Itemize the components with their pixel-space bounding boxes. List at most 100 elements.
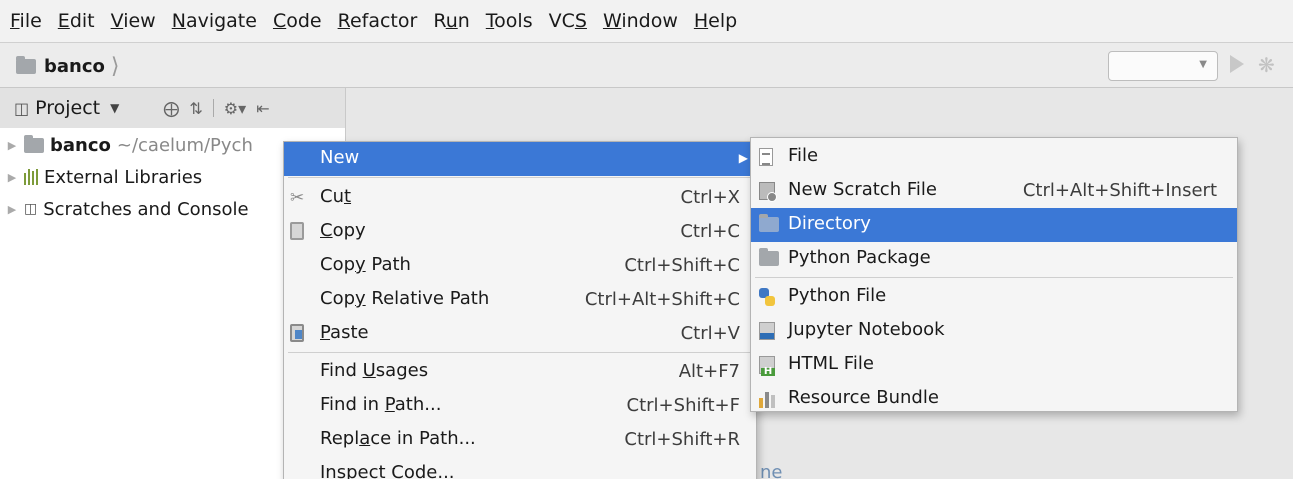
submenu-arrow-icon: ▶ xyxy=(738,151,748,165)
package-icon xyxy=(759,248,781,270)
menu-item-copy-relative-path[interactable]: Copy Relative Path Ctrl+Alt+Shift+C xyxy=(284,283,756,317)
scissors-icon: ✂ xyxy=(290,188,305,208)
locate-icon[interactable]: ⨁ xyxy=(163,99,179,118)
menu-item-label: Cut xyxy=(320,186,352,207)
hide-panel-icon[interactable]: ⇤ xyxy=(256,99,269,118)
menu-item-shortcut: Ctrl+Shift+R xyxy=(624,429,740,450)
tree-item-label: External Libraries xyxy=(44,166,203,188)
navigation-bar: banco ⟩ ▼ ❋ xyxy=(0,42,1293,88)
menu-item-find-in-path[interactable]: Find in Path... Ctrl+Shift+F xyxy=(284,389,756,423)
tree-item-label: banco xyxy=(50,134,111,156)
submenu-item-resource-bundle[interactable]: Resource Bundle xyxy=(751,382,1237,416)
tree-item-scratches[interactable]: ▶ ◫ Scratches and Console xyxy=(0,192,249,226)
project-view-selector[interactable]: Project xyxy=(35,97,100,119)
project-toolbar: ◫ Project ▼ ⨁ ⇅ ⚙▾ ⇤ xyxy=(0,88,345,128)
submenu-item-label: Resource Bundle xyxy=(788,387,939,408)
tree-item-external-libraries[interactable]: ▶ External Libraries xyxy=(0,160,202,194)
menu-item-inspect-code[interactable]: Inspect Code... xyxy=(284,457,756,479)
expand-icon[interactable]: ▶ xyxy=(0,171,24,184)
submenu-item-python-package[interactable]: Python Package xyxy=(751,242,1237,276)
run-configuration-dropdown[interactable]: ▼ xyxy=(1108,51,1218,81)
submenu-item-label: HTML File xyxy=(788,353,874,374)
new-submenu: File New Scratch File Ctrl+Alt+Shift+Ins… xyxy=(750,137,1238,412)
chevron-down-icon[interactable]: ▼ xyxy=(110,101,119,115)
chevron-down-icon: ▼ xyxy=(1199,59,1207,70)
menu-item-shortcut: Ctrl+V xyxy=(680,323,740,344)
menu-item-label: New xyxy=(320,147,360,168)
menu-item-label: Replace in Path... xyxy=(320,428,476,449)
menu-item-new[interactable]: New ▶ xyxy=(284,142,756,176)
menu-item-shortcut: Ctrl+C xyxy=(680,221,740,242)
menu-run[interactable]: Run xyxy=(433,10,469,32)
menu-code[interactable]: Code xyxy=(273,10,322,32)
submenu-item-html-file[interactable]: HTML File xyxy=(751,348,1237,382)
menu-help[interactable]: Help xyxy=(694,10,737,32)
menu-item-shortcut: Ctrl+Alt+Shift+C xyxy=(584,289,740,310)
menu-separator xyxy=(288,352,754,353)
menu-item-shortcut: Alt+F7 xyxy=(678,361,740,382)
menu-window[interactable]: Window xyxy=(603,10,678,32)
file-icon xyxy=(759,148,781,168)
tree-item-banco[interactable]: ▶ banco ~/caelum/Pych xyxy=(0,128,253,162)
menu-navigate[interactable]: Navigate xyxy=(172,10,257,32)
toolbar-divider xyxy=(212,99,214,117)
menu-bar: File Edit View Navigate Code Refactor Ru… xyxy=(0,0,1293,42)
menu-refactor[interactable]: Refactor xyxy=(338,10,418,32)
menu-item-label: Paste xyxy=(320,322,369,343)
submenu-item-jupyter-notebook[interactable]: Jupyter Notebook xyxy=(751,314,1237,348)
notebook-icon xyxy=(759,322,781,342)
run-icon[interactable] xyxy=(1230,55,1244,73)
tree-item-path: ~/caelum/Pych xyxy=(116,134,253,156)
collapse-all-icon[interactable]: ⇅ xyxy=(189,99,202,118)
menu-item-label: Find Usages xyxy=(320,360,429,381)
copy-icon xyxy=(290,222,312,242)
scratches-icon: ◫ xyxy=(24,201,38,217)
submenu-item-new-scratch-file[interactable]: New Scratch File Ctrl+Alt+Shift+Insert xyxy=(751,174,1237,208)
libraries-icon xyxy=(24,169,38,185)
html-icon xyxy=(759,356,781,376)
menu-view[interactable]: View xyxy=(111,10,156,32)
expand-icon[interactable]: ▶ xyxy=(0,203,24,216)
breadcrumb-label: banco xyxy=(44,55,105,77)
expand-icon[interactable]: ▶ xyxy=(0,139,24,152)
folder-icon xyxy=(16,55,36,74)
submenu-item-label: Jupyter Notebook xyxy=(788,319,945,340)
menu-item-replace-in-path[interactable]: Replace in Path... Ctrl+Shift+R xyxy=(284,423,756,457)
menu-item-paste[interactable]: Paste Ctrl+V xyxy=(284,317,756,351)
submenu-item-python-file[interactable]: Python File xyxy=(751,280,1237,314)
breadcrumb[interactable]: banco ⟩ xyxy=(16,51,119,81)
menu-item-shortcut: Ctrl+Shift+F xyxy=(626,395,740,416)
paste-icon xyxy=(290,324,312,344)
submenu-item-shortcut: Ctrl+Alt+Shift+Insert xyxy=(1022,180,1217,201)
resource-bundle-icon xyxy=(759,390,781,410)
debug-icon[interactable]: ❋ xyxy=(1258,53,1275,77)
folder-icon xyxy=(759,214,781,236)
menu-separator xyxy=(755,277,1233,278)
folder-icon xyxy=(24,134,44,153)
python-icon xyxy=(759,288,781,308)
gear-icon[interactable]: ⚙▾ xyxy=(224,99,246,118)
menu-tools[interactable]: Tools xyxy=(486,10,533,32)
menu-separator xyxy=(288,177,754,178)
menu-item-label: Copy Relative Path xyxy=(320,288,490,309)
project-view-icon: ◫ xyxy=(14,98,30,118)
menu-file[interactable]: File xyxy=(10,10,42,32)
menu-item-label: Inspect Code... xyxy=(320,462,455,479)
chevron-right-icon: ⟩ xyxy=(110,53,120,79)
menu-item-label: Copy xyxy=(320,220,366,241)
menu-item-shortcut: Ctrl+Shift+C xyxy=(624,255,740,276)
submenu-item-directory[interactable]: Directory xyxy=(751,208,1237,242)
tree-item-label: Scratches and Console xyxy=(43,198,249,220)
menu-item-cut[interactable]: ✂ Cut Ctrl+X xyxy=(284,181,756,215)
menu-item-copy[interactable]: Copy Ctrl+C xyxy=(284,215,756,249)
submenu-item-label: Directory xyxy=(788,213,871,234)
menu-edit[interactable]: Edit xyxy=(58,10,95,32)
scratch-file-icon xyxy=(759,182,781,202)
submenu-item-label: Python Package xyxy=(788,247,931,268)
submenu-item-file[interactable]: File xyxy=(751,140,1237,174)
menu-item-label: Find in Path... xyxy=(320,394,442,415)
menu-item-copy-path[interactable]: Copy Path Ctrl+Shift+C xyxy=(284,249,756,283)
menu-vcs[interactable]: VCS xyxy=(549,10,587,32)
submenu-item-label: New Scratch File xyxy=(788,179,937,200)
menu-item-find-usages[interactable]: Find Usages Alt+F7 xyxy=(284,355,756,389)
